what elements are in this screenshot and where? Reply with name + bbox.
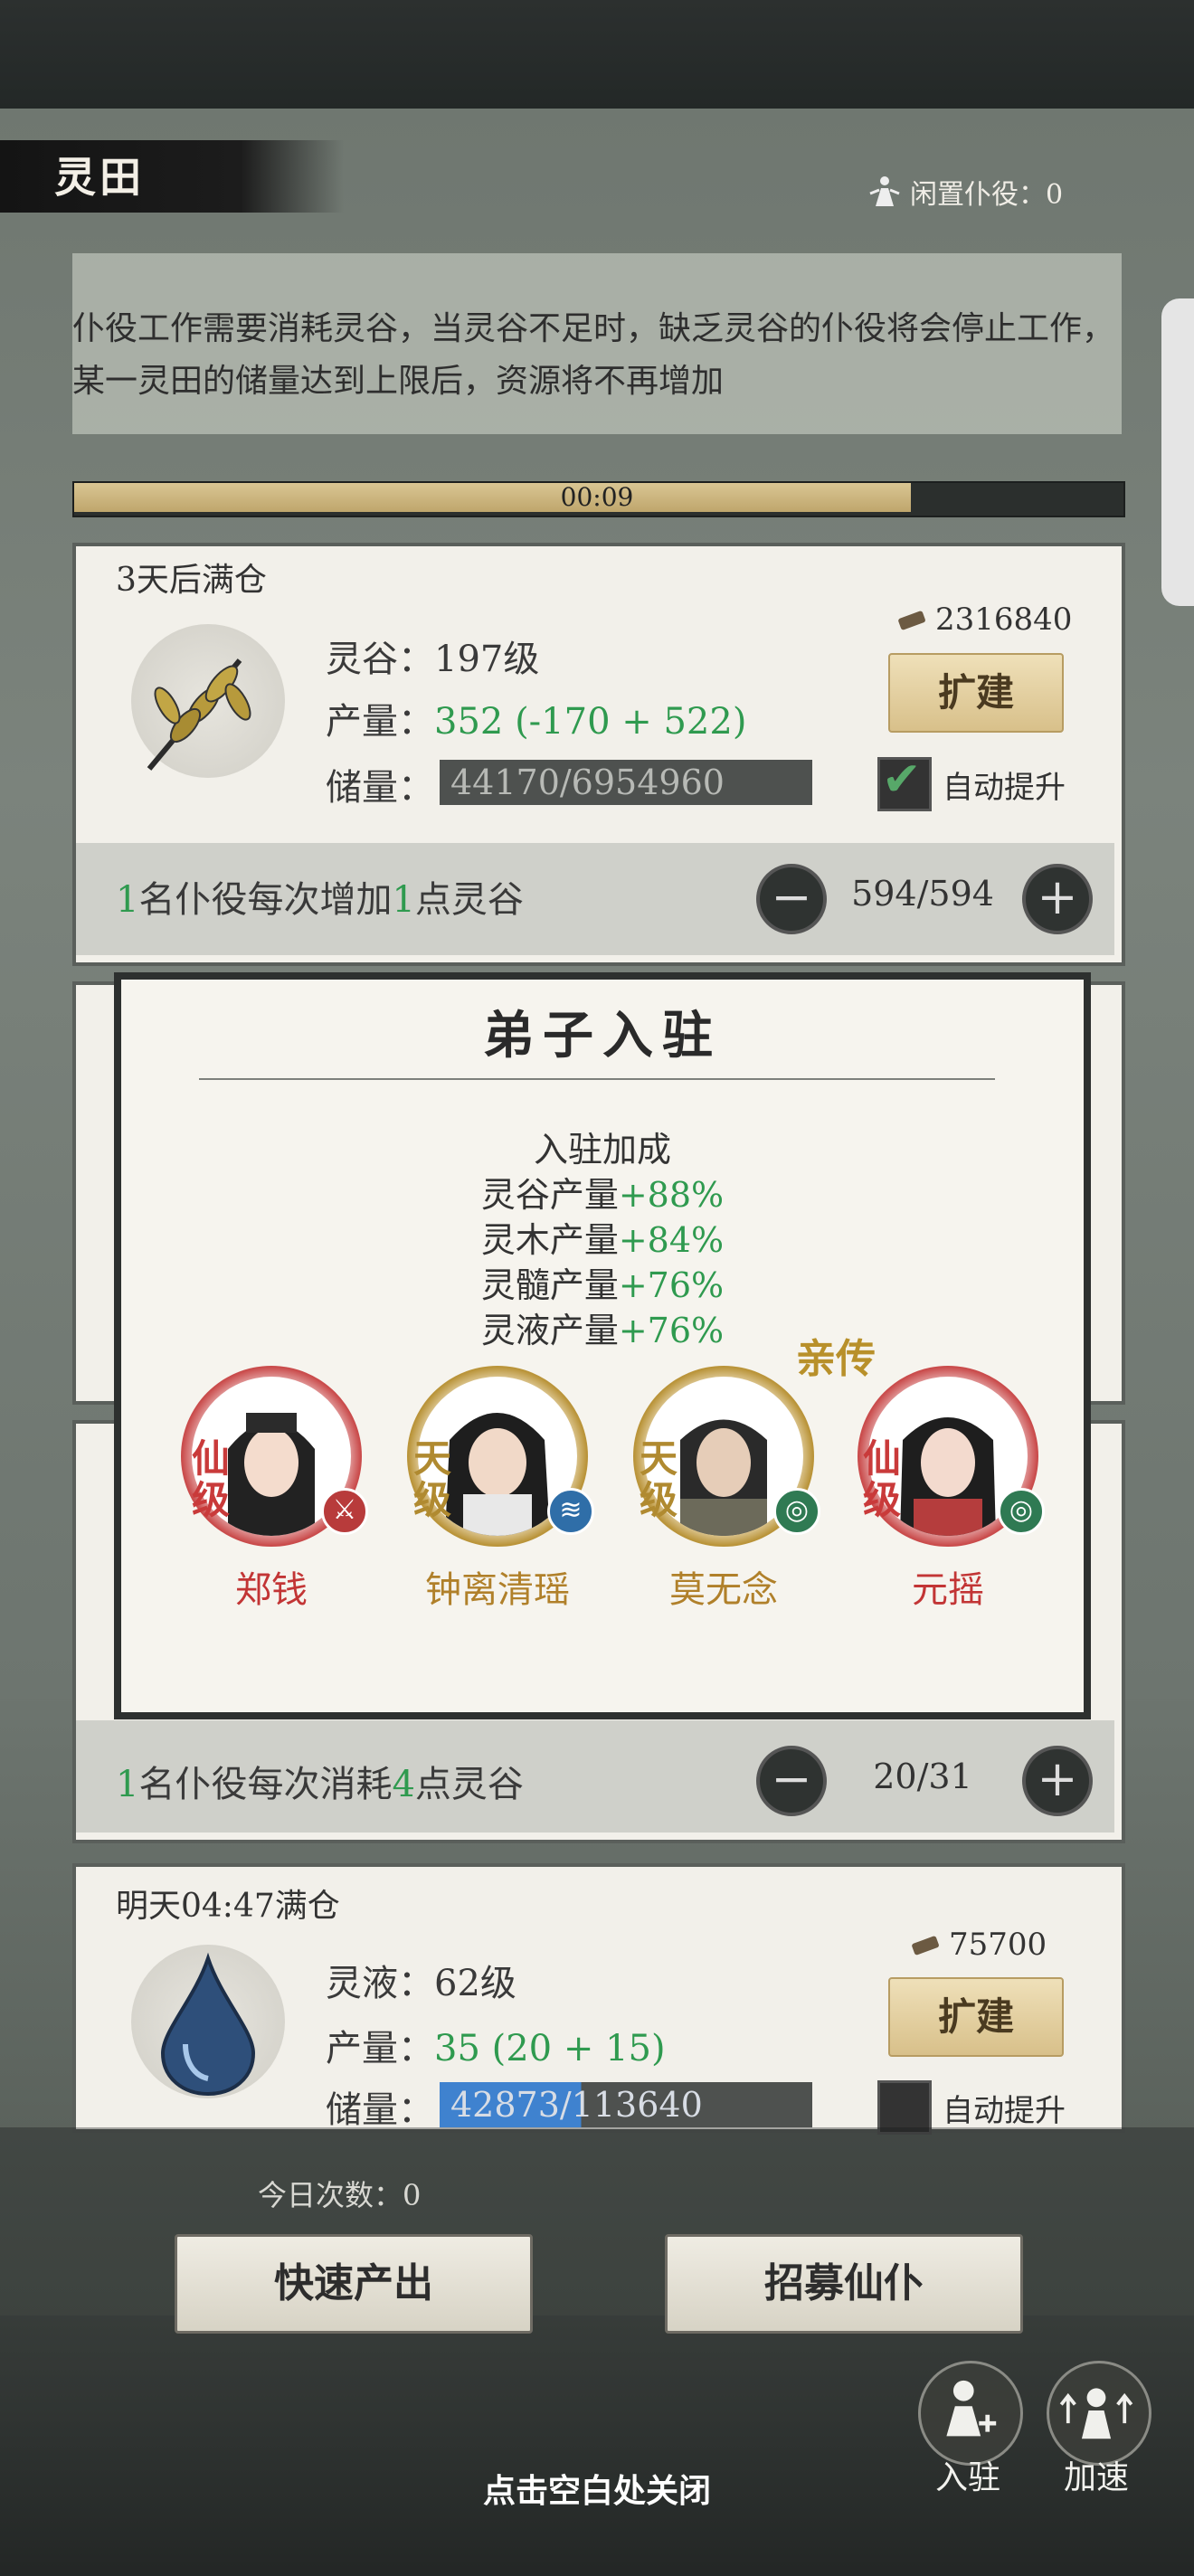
- person-add-icon: [946, 2380, 997, 2437]
- daily-count: 今日次数：0: [258, 2178, 422, 2212]
- grade-text: 仙级: [191, 1436, 230, 1522]
- disciple-grade: 仙级: [190, 1438, 232, 1521]
- bonus-row: 灵谷产量+88%: [114, 1167, 1091, 1217]
- storage-label: 储量：: [326, 767, 434, 809]
- rule-num-1: 1: [116, 1764, 139, 1805]
- recruit-button[interactable]: 招募仙仆: [665, 2234, 1023, 2334]
- speedup-button[interactable]: [1047, 2361, 1151, 2466]
- production-row: 产量：35 (20 + 15): [326, 2019, 666, 2071]
- servant-count: 594/594: [851, 874, 994, 914]
- rule-text-1: 名仆役每次消耗: [138, 1764, 393, 1805]
- disciple-grade: 天级: [638, 1438, 679, 1521]
- servant-icon: [869, 176, 900, 206]
- disciple-grade: 仙级: [861, 1438, 903, 1521]
- bonus-value: +88%: [618, 1175, 725, 1215]
- storage-value: 42873/113640: [440, 2082, 812, 2127]
- expand-button[interactable]: 扩建: [888, 653, 1064, 733]
- production-value: 352 (-170 + 522): [434, 701, 747, 743]
- production-value: 35 (20 + 15): [434, 2028, 666, 2069]
- rule-text-2: 点灵谷: [414, 879, 524, 921]
- bonus-row: 灵液产量+76%: [114, 1302, 1091, 1352]
- bonus-row: 灵木产量+84%: [114, 1212, 1091, 1262]
- idle-label: 闲置仆役：0: [910, 179, 1064, 211]
- servant-rule: 1名仆役每次增加1点灵谷: [116, 870, 524, 923]
- increase-button[interactable]: +: [1022, 1746, 1093, 1816]
- rule-text-2: 点灵谷: [414, 1764, 524, 1805]
- rule-num-2: 1: [392, 879, 415, 921]
- bonus-title: 入驻加成: [533, 1130, 671, 1170]
- storage-value: 44170/6954960: [440, 760, 812, 805]
- close-hint: 点击空白处关闭: [482, 2472, 711, 2510]
- card-full-time: 3天后满仓: [116, 562, 267, 599]
- timer-text: 00:09: [560, 482, 634, 512]
- bonus-value: +76%: [618, 1265, 725, 1305]
- decrease-button[interactable]: −: [756, 1746, 827, 1816]
- notice-text: 仆役工作需要消耗灵谷，当灵谷不足时，缺乏灵谷的仆役将会停止工作，某一灵田的储量达…: [72, 310, 1115, 400]
- idle-servants: 闲置仆役：0: [867, 172, 1063, 212]
- cost-value: 2316840: [935, 601, 1073, 638]
- direct-disciple-tag: 亲传: [796, 1336, 876, 1382]
- fast-produce-button[interactable]: 快速产出: [175, 2234, 533, 2334]
- auto-upgrade-label: 自动提升: [943, 2093, 1066, 2129]
- bonus-value: +76%: [618, 1311, 725, 1350]
- rule-text-1: 名仆役每次增加: [138, 879, 393, 921]
- sword-icon: ⚔: [321, 1488, 368, 1535]
- scroll-handle[interactable]: [1161, 298, 1194, 606]
- auto-upgrade-checkbox[interactable]: [877, 753, 932, 811]
- wind-icon: ◎: [998, 1488, 1045, 1535]
- cost-value: 75700: [949, 1927, 1047, 1963]
- grade-text: 仙级: [862, 1436, 901, 1522]
- grade-text: 天级: [639, 1436, 678, 1522]
- water-icon: ≋: [547, 1488, 594, 1535]
- bonus-label: 灵谷产量: [480, 1175, 619, 1215]
- storage-label: 储量：: [326, 2089, 434, 2131]
- disciple-grade: 天级: [412, 1438, 453, 1521]
- auto-upgrade-checkbox[interactable]: [877, 2080, 932, 2135]
- wood-icon: [912, 1936, 939, 1956]
- bonus-value: +84%: [618, 1220, 725, 1260]
- rule-num-2: 4: [392, 1764, 415, 1805]
- bonus-label: 灵髓产量: [480, 1265, 619, 1305]
- expand-cost: 2316840: [896, 601, 1072, 638]
- expand-button[interactable]: 扩建: [888, 1977, 1064, 2057]
- droplet-icon: [131, 1945, 285, 2098]
- page-title: 灵田: [54, 153, 145, 202]
- increase-button[interactable]: +: [1022, 864, 1093, 934]
- grain-level: 灵谷：197级: [326, 639, 540, 680]
- wood-icon: [898, 611, 925, 630]
- disciple-name: 元摇: [912, 1569, 984, 1611]
- bonus-row: 灵髓产量+76%: [114, 1257, 1091, 1307]
- production-row: 产量：352 (-170 + 522): [326, 692, 746, 744]
- decrease-button[interactable]: −: [756, 864, 827, 934]
- modal-title: 弟子入驻: [483, 1006, 722, 1065]
- servant-rule: 1名仆役每次消耗4点灵谷: [116, 1755, 524, 1807]
- wind-icon: ◎: [773, 1488, 820, 1535]
- modal-divider: [199, 1078, 995, 1080]
- station-button[interactable]: [918, 2361, 1023, 2466]
- liquid-level: 灵液：62级: [326, 1963, 516, 2004]
- production-label: 产量：: [326, 2028, 434, 2069]
- rule-num-1: 1: [116, 879, 139, 921]
- disciple-name: 郑钱: [235, 1569, 308, 1611]
- grade-text: 天级: [412, 1436, 451, 1522]
- production-label: 产量：: [326, 701, 434, 743]
- disciple-name: 莫无念: [669, 1569, 778, 1611]
- card-full-time: 明天04:47满仓: [116, 1888, 340, 1925]
- speedup-icon: [1059, 2388, 1133, 2439]
- disciple-name: 钟离清瑶: [425, 1569, 570, 1611]
- servant-count: 20/31: [873, 1757, 972, 1796]
- top-band: [0, 0, 1194, 109]
- expand-cost: 75700: [909, 1927, 1047, 1963]
- grain-icon: [131, 624, 285, 778]
- bonus-label: 灵液产量: [480, 1311, 619, 1350]
- title-bar: [0, 140, 344, 213]
- auto-upgrade-label: 自动提升: [943, 770, 1066, 806]
- bonus-label: 灵木产量: [480, 1220, 619, 1260]
